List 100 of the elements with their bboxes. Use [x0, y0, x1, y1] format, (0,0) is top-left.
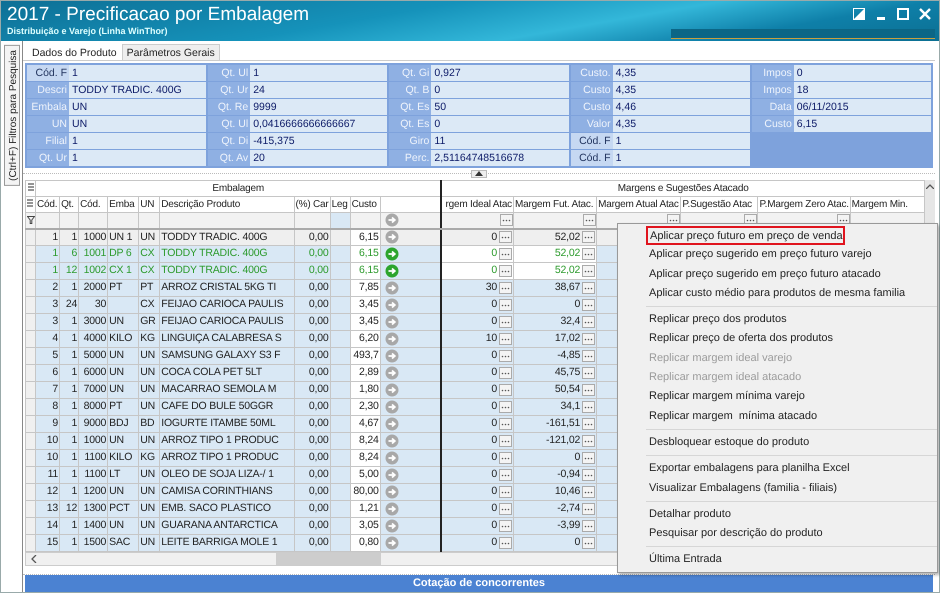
- ellipsis-button[interactable]: [498, 333, 512, 346]
- ellipsis-button[interactable]: [498, 231, 512, 244]
- column-header[interactable]: Cód.: [78, 196, 108, 212]
- column-header[interactable]: Emba: [108, 196, 139, 212]
- panel-header[interactable]: Cotação de concorrentes: [25, 575, 933, 592]
- ellipsis-button[interactable]: [498, 299, 512, 312]
- ellipsis-button[interactable]: [498, 537, 512, 550]
- ellipsis-button[interactable]: [498, 469, 512, 482]
- column-chooser-icon[interactable]: [28, 183, 34, 192]
- ellipsis-button[interactable]: [582, 384, 596, 396]
- field-value[interactable]: 4,46: [612, 99, 750, 115]
- ellipsis-button[interactable]: [582, 401, 596, 414]
- ellipsis-button[interactable]: [498, 520, 512, 532]
- ellipsis-button[interactable]: [582, 435, 596, 448]
- arrow-circle-icon[interactable]: [384, 536, 399, 550]
- column-header[interactable]: Margem Min.: [850, 196, 924, 212]
- field-value[interactable]: 9999: [250, 99, 388, 115]
- tab[interactable]: Parâmetros Gerais: [122, 44, 220, 60]
- arrow-circle-icon[interactable]: [384, 400, 399, 414]
- ellipsis-button[interactable]: [498, 418, 512, 430]
- ellipsis-button[interactable]: [498, 384, 512, 396]
- arrow-circle-icon[interactable]: [384, 298, 399, 312]
- field-value[interactable]: 20: [250, 150, 388, 166]
- column-header[interactable]: Descrição Produto: [160, 196, 294, 212]
- column-chooser-icon[interactable]: [27, 199, 33, 208]
- arrow-circle-icon[interactable]: [384, 230, 399, 244]
- field-value[interactable]: 11: [431, 133, 569, 149]
- menu-item[interactable]: Última Entrada: [646, 550, 723, 570]
- ellipsis-button[interactable]: [582, 520, 596, 532]
- column-header[interactable]: Margem Atual Atac: [596, 196, 681, 212]
- ellipsis-button[interactable]: [498, 248, 512, 260]
- field-value[interactable]: 1: [612, 133, 750, 149]
- filter-icon[interactable]: [26, 216, 34, 224]
- ellipsis-button[interactable]: [498, 265, 512, 278]
- arrow-circle-icon[interactable]: [384, 416, 399, 431]
- field-value[interactable]: UN: [69, 99, 206, 115]
- ellipsis-button[interactable]: [498, 367, 512, 380]
- arrow-circle-icon[interactable]: [384, 518, 399, 533]
- arrow-circle-icon[interactable]: [384, 434, 399, 448]
- field-value[interactable]: 4,35: [612, 116, 750, 132]
- field-value[interactable]: -415,375: [250, 133, 388, 149]
- ellipsis-button[interactable]: [582, 231, 596, 244]
- arrow-circle-icon[interactable]: [384, 468, 399, 482]
- field-value[interactable]: 4,35: [612, 82, 750, 98]
- arrow-circle-icon[interactable]: [384, 314, 399, 329]
- restore-button[interactable]: [851, 7, 867, 21]
- ellipsis-button[interactable]: [498, 452, 512, 464]
- arrow-circle-icon[interactable]: [384, 502, 399, 516]
- field-value[interactable]: 0: [431, 116, 569, 132]
- menu-item[interactable]: Pesquisar por descrição do produto: [646, 524, 824, 544]
- arrow-circle-icon[interactable]: [384, 348, 399, 363]
- ellipsis-button[interactable]: [582, 452, 596, 464]
- menu-item[interactable]: Visualizar Embalagens (familia - filiais): [646, 478, 838, 498]
- field-value[interactable]: 4,35: [612, 65, 750, 81]
- field-value[interactable]: 1: [69, 150, 206, 166]
- maximize-button[interactable]: [895, 7, 911, 21]
- field-value[interactable]: 24: [250, 82, 388, 98]
- field-value[interactable]: 18: [794, 82, 931, 98]
- ellipsis-button[interactable]: [582, 486, 596, 498]
- menu-item[interactable]: Exportar embalagens para planilha Excel: [646, 459, 851, 479]
- ellipsis-button[interactable]: [582, 367, 596, 380]
- ellipsis-button[interactable]: [498, 435, 512, 448]
- ellipsis-button[interactable]: [498, 486, 512, 498]
- column-header[interactable]: P.Margem Zero Atac.: [758, 196, 850, 212]
- ellipsis-button[interactable]: [498, 503, 512, 516]
- field-value[interactable]: UN: [69, 116, 206, 132]
- field-value[interactable]: 50: [431, 99, 569, 115]
- ellipsis-button[interactable]: [582, 333, 596, 346]
- field-value[interactable]: 1: [250, 65, 388, 81]
- menu-item[interactable]: Aplicar preço sugerido em preço futuro varejo: [646, 245, 873, 265]
- column-header[interactable]: rgem Ideal Atac: [441, 196, 514, 212]
- field-value[interactable]: 1: [612, 150, 750, 166]
- field-value[interactable]: 2,51164748516678: [431, 150, 569, 166]
- ellipsis-button[interactable]: [582, 469, 596, 482]
- ellipsis-button[interactable]: [498, 316, 512, 328]
- ellipsis-button[interactable]: [582, 537, 596, 550]
- ellipsis-button[interactable]: [582, 418, 596, 430]
- menu-item[interactable]: Aplicar preço sugerido em preço futuro atacado: [646, 264, 882, 284]
- scroll-thumb[interactable]: [276, 553, 381, 566]
- menu-item[interactable]: Aplicar custo médio para produtos de mesma familia: [646, 284, 906, 304]
- arrow-circle-icon[interactable]: [384, 484, 399, 499]
- field-value[interactable]: 1: [69, 65, 206, 81]
- menu-item[interactable]: Detalhar produto: [646, 504, 732, 524]
- arrow-circle-icon[interactable]: [384, 280, 399, 295]
- ellipsis-button[interactable]: [582, 282, 596, 294]
- column-header[interactable]: Custo: [350, 196, 380, 212]
- ellipsis-button[interactable]: [582, 503, 596, 516]
- arrow-circle-icon[interactable]: [384, 382, 399, 397]
- column-header[interactable]: Margem Fut. Atac.: [513, 196, 597, 212]
- field-value[interactable]: 0: [794, 65, 931, 81]
- ellipsis-button[interactable]: [498, 401, 512, 414]
- column-header[interactable]: Cód.: [36, 196, 60, 212]
- field-value[interactable]: 0,0416666666666667: [250, 116, 388, 132]
- arrow-circle-icon[interactable]: [384, 264, 399, 278]
- ellipsis-button[interactable]: [500, 214, 512, 226]
- field-value[interactable]: 0: [431, 82, 569, 98]
- ellipsis-button[interactable]: [582, 248, 596, 260]
- arrow-circle-icon[interactable]: [384, 213, 399, 227]
- arrow-circle-icon[interactable]: [384, 366, 399, 380]
- ellipsis-button[interactable]: [582, 350, 596, 362]
